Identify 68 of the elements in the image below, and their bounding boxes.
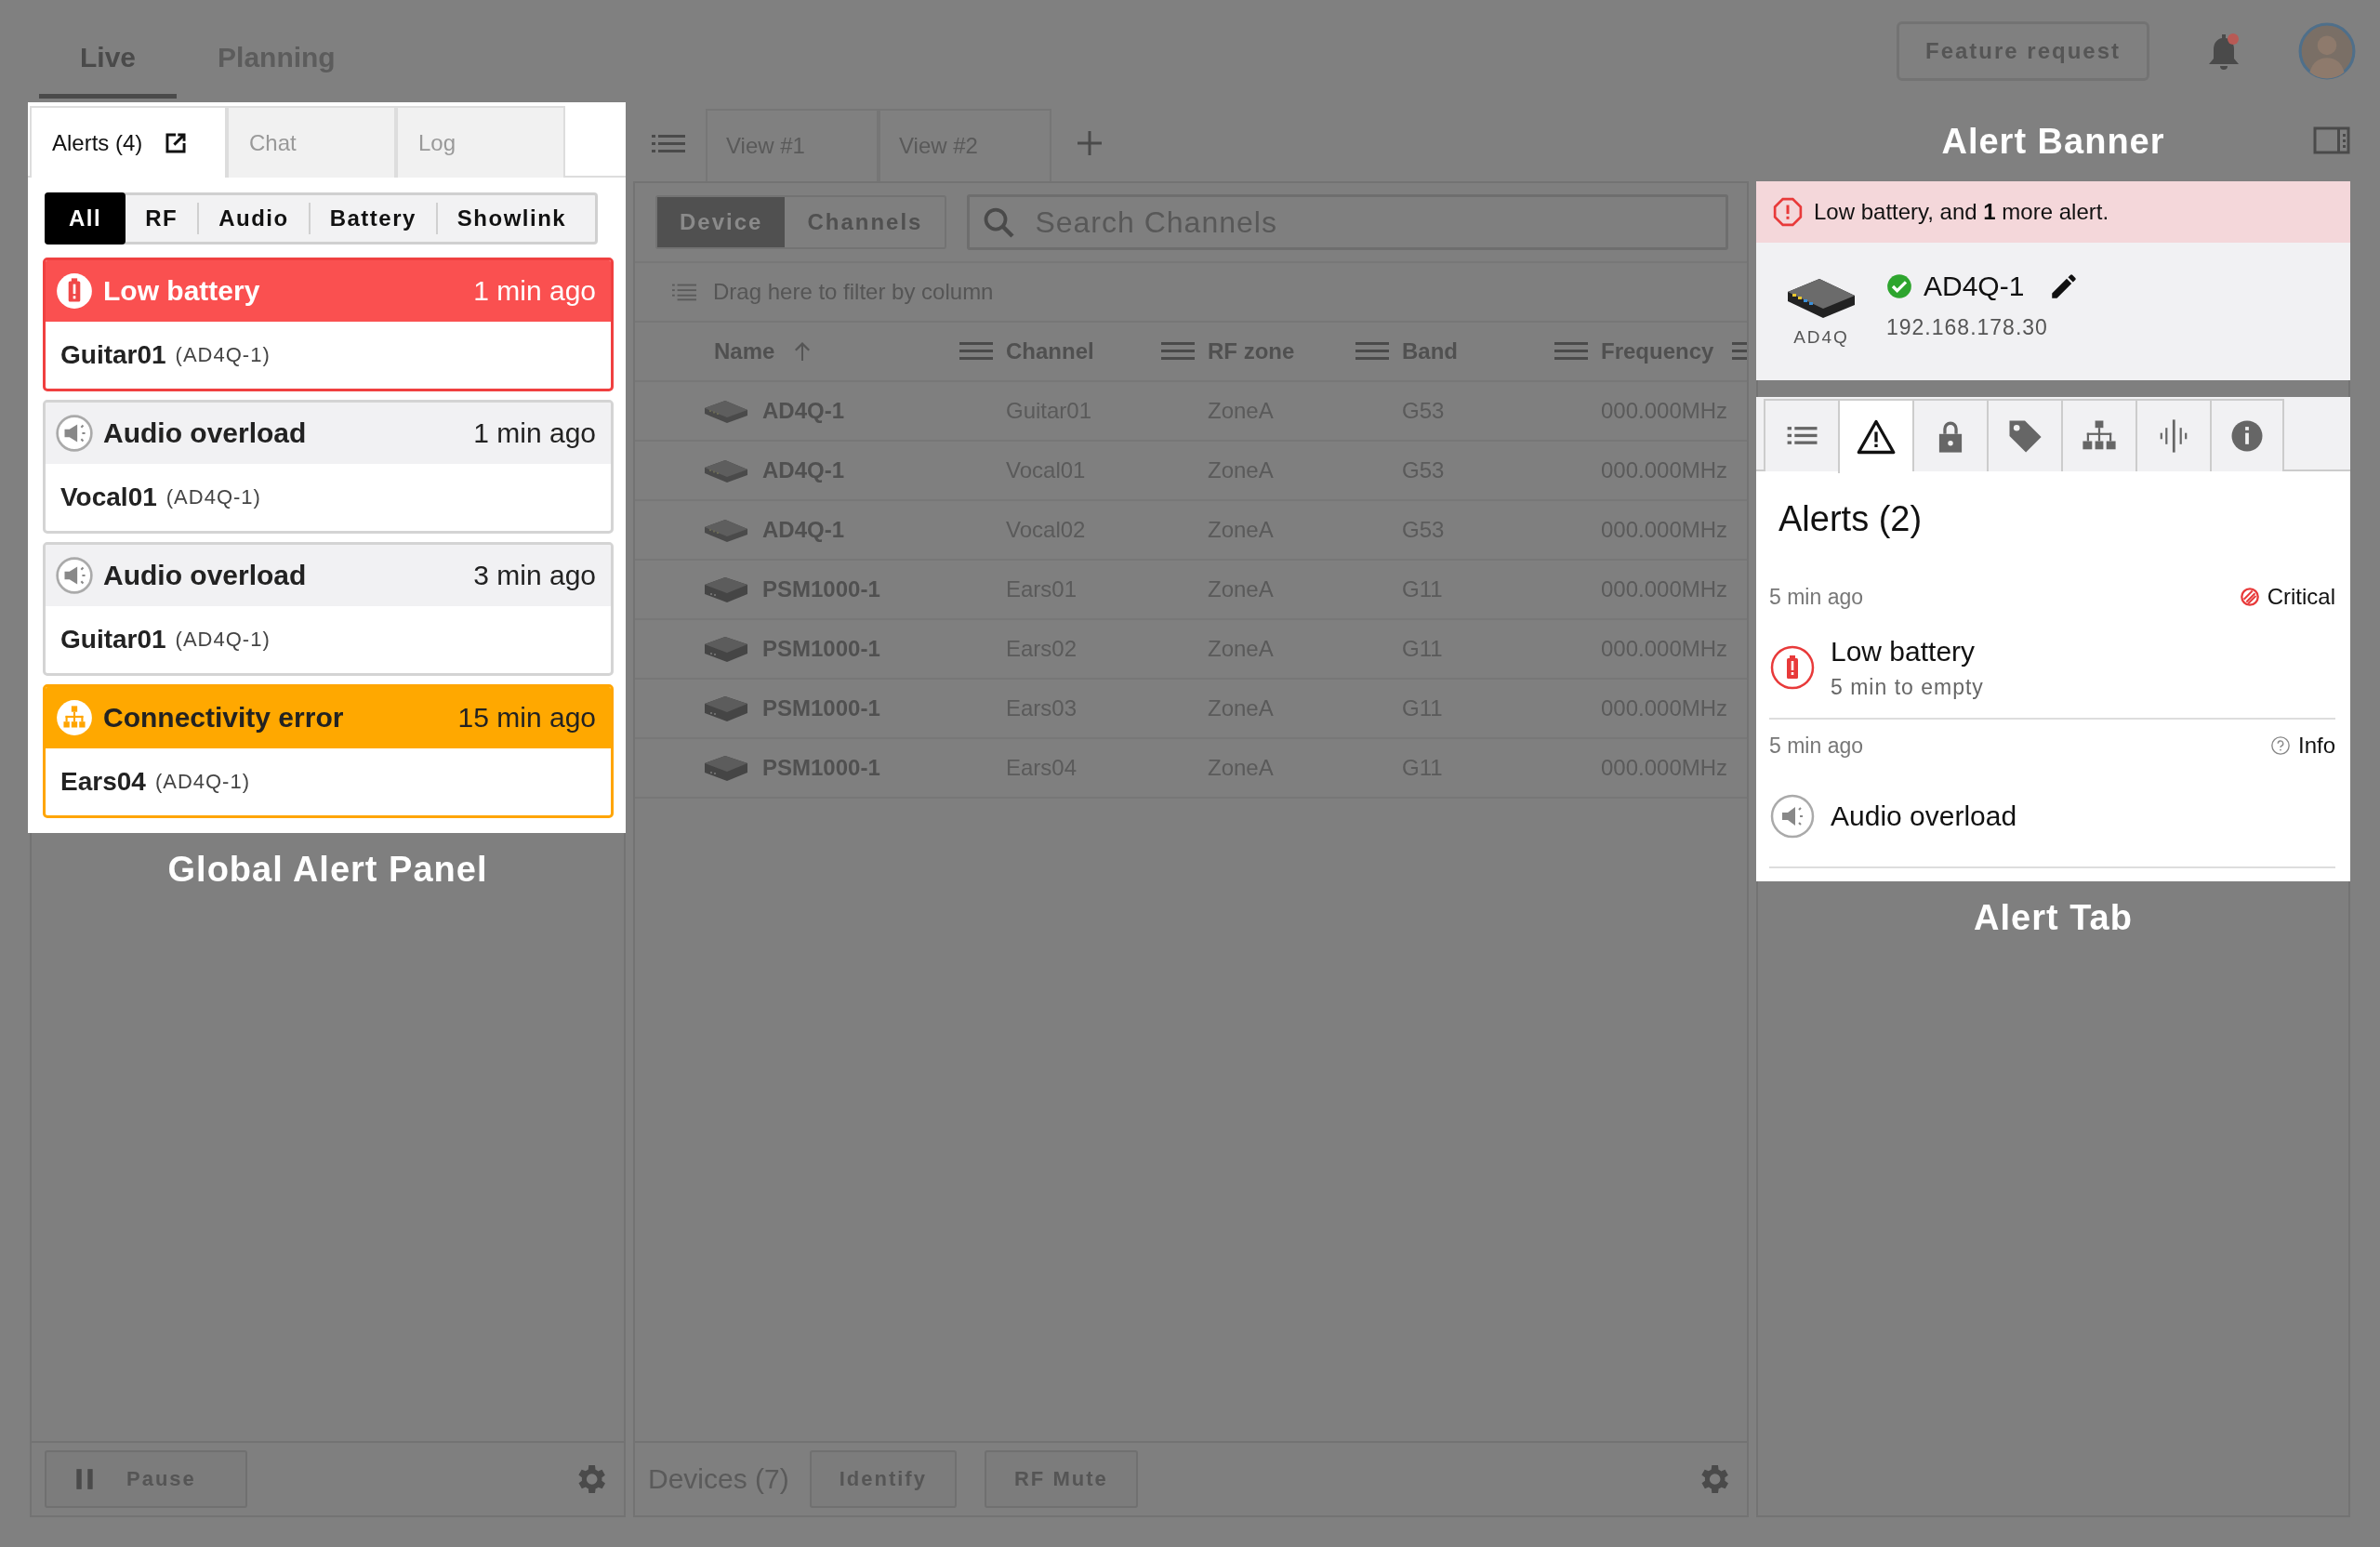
- device-name: (AD4Q-1): [175, 628, 271, 652]
- speaker-icon: [1769, 793, 1816, 840]
- filter-button[interactable]: All: [45, 192, 126, 245]
- toggle-button[interactable]: Device: [657, 197, 786, 247]
- alert-title: Connectivity error: [103, 702, 345, 734]
- device-model: AD4Q: [1793, 327, 1849, 348]
- alert-card[interactable]: Audio overload 1 min ago Vocal01 (AD4Q-1): [43, 400, 614, 534]
- alert-time: 15 min ago: [457, 702, 596, 734]
- battery-alert-icon: [1769, 644, 1816, 691]
- panel-caption: Global Alert Panel: [166, 849, 489, 891]
- side-panel-icon[interactable]: [2313, 126, 2350, 154]
- column-menu-icon[interactable]: [959, 340, 993, 363]
- transmitter-icon: [703, 635, 749, 663]
- filter-list-icon: [672, 283, 696, 301]
- alert-icon: [1773, 197, 1803, 227]
- network-icon: [55, 698, 94, 737]
- search-icon: [982, 205, 1016, 239]
- filter-button[interactable]: Battery: [308, 203, 436, 234]
- device-name: (AD4Q-1): [175, 343, 271, 367]
- transmitter-icon: [703, 754, 749, 782]
- device-name: AD4Q-1: [1924, 270, 2025, 302]
- ip-address: 192.168.178.30: [1886, 314, 2049, 340]
- alerts-heading: Alerts (2): [1778, 499, 1924, 540]
- panel-tab[interactable]: Alerts (4): [30, 106, 227, 178]
- severity-label: Info: [2297, 733, 2335, 759]
- channel-name: Vocal01: [60, 483, 157, 512]
- panel-caption: Alert Banner: [1941, 122, 2165, 162]
- alert-time: 3 min ago: [473, 560, 596, 591]
- channel-name: Guitar01: [60, 625, 166, 654]
- transmitter-icon: [703, 694, 749, 722]
- pause-icon: [74, 1467, 95, 1491]
- column-menu-icon[interactable]: [1161, 340, 1195, 363]
- alert-time: 1 min ago: [473, 275, 596, 307]
- icon-tab[interactable]: [1838, 399, 1912, 473]
- filter-button[interactable]: Showlink: [435, 203, 587, 234]
- alert-card[interactable]: Connectivity error 15 min ago Ears04 (AD4Q-1): [43, 684, 614, 818]
- alert-title: Low battery: [103, 275, 261, 307]
- filter-button[interactable]: Audio: [197, 203, 309, 234]
- alert-card[interactable]: Low battery 1 min ago Guitar01 (AD4Q-1): [43, 258, 614, 391]
- alert-title: Audio overload: [103, 417, 308, 449]
- channel-name: Ears04: [60, 767, 146, 797]
- speaker-icon: [55, 414, 94, 453]
- alert-time: 1 min ago: [473, 417, 596, 449]
- device-name: (AD4Q-1): [165, 485, 261, 509]
- speaker-icon: [55, 556, 94, 595]
- sort-arrow-icon[interactable]: [793, 340, 813, 363]
- alert-title: Audio overload: [1831, 800, 2017, 832]
- device-name: (AD4Q-1): [154, 770, 250, 794]
- add-icon[interactable]: [1076, 129, 1104, 157]
- banner-message: Low battery, and 1 more alert.: [1814, 199, 2109, 225]
- alert-card[interactable]: Audio overload 3 min ago Guitar01 (AD4Q-1): [43, 542, 614, 676]
- severity-label: Critical: [2267, 584, 2335, 610]
- battery-alert-icon: [55, 271, 94, 311]
- column-menu-icon[interactable]: [1554, 340, 1588, 363]
- panel-tab[interactable]: Chat: [227, 106, 396, 178]
- alert-detail: 5 min to empty: [1831, 674, 1984, 700]
- list-icon[interactable]: [652, 133, 685, 155]
- alert-time: 5 min ago: [1769, 584, 1863, 610]
- filter-button[interactable]: RF: [126, 203, 198, 234]
- panel-caption: Alert Tab: [1973, 897, 2134, 939]
- column-menu-icon[interactable]: [1355, 340, 1389, 363]
- avatar[interactable]: [2298, 22, 2356, 80]
- alert-title: Low battery: [1831, 635, 1977, 668]
- alert-title: Audio overload: [103, 560, 308, 591]
- transmitter-icon: [703, 575, 749, 603]
- alert-time: 5 min ago: [1769, 733, 1863, 759]
- channel-name: Guitar01: [60, 340, 166, 370]
- panel-tab[interactable]: Log: [396, 106, 565, 178]
